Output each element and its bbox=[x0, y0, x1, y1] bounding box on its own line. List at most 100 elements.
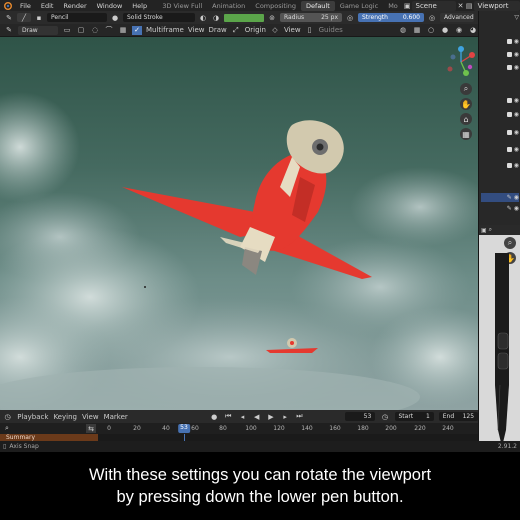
end-frame-field[interactable]: End 125 bbox=[438, 412, 479, 421]
tab-game-logic[interactable]: Game Logic bbox=[335, 1, 383, 11]
outliner-panel: ▽ ◉ ◉ ◉ ◉ ◉ ◉ ◉ ◉ ✎ ◉ ✎ ◉ bbox=[478, 11, 520, 225]
menu-help[interactable]: Help bbox=[127, 2, 152, 10]
viewport-3d[interactable]: ⌕ ✋ ⌂ ▦ bbox=[0, 37, 478, 410]
outliner-row[interactable]: ◉ bbox=[481, 145, 519, 154]
editor-type-icon[interactable]: ✎ bbox=[4, 26, 14, 35]
playback-menu[interactable]: Playback bbox=[17, 413, 48, 421]
strength-field[interactable]: Strength 0.600 bbox=[358, 13, 424, 22]
tab-default[interactable]: Default bbox=[301, 0, 335, 11]
eyedropper-icon[interactable]: ⊚ bbox=[267, 13, 277, 22]
outliner-row-selected[interactable]: ✎ ◉ bbox=[481, 193, 519, 202]
blender-logo-icon[interactable] bbox=[3, 1, 12, 10]
multiframe-checkbox[interactable]: ✓ bbox=[132, 25, 142, 35]
radius-field[interactable]: Radius 25 px bbox=[280, 13, 342, 22]
curve-icon[interactable]: ⌒ bbox=[104, 26, 114, 35]
outliner-row[interactable]: ◉ bbox=[481, 161, 519, 170]
panel-type-icon[interactable]: ▣ bbox=[481, 227, 487, 234]
next-key-icon[interactable]: ▸ bbox=[281, 412, 290, 421]
grid-view-icon[interactable]: ▦ bbox=[460, 128, 472, 140]
lasso-icon[interactable]: ◌ bbox=[90, 26, 100, 35]
preview-range-icon[interactable]: ◷ bbox=[380, 412, 389, 421]
menu-file[interactable]: File bbox=[15, 2, 36, 10]
menu-render[interactable]: Render bbox=[58, 2, 91, 10]
outliner-filter-icon[interactable]: ▽ bbox=[481, 13, 519, 22]
search-icon[interactable]: ⌕ bbox=[2, 424, 12, 433]
brush-icon[interactable]: ╱ bbox=[17, 13, 31, 22]
clock-icon[interactable]: ◷ bbox=[3, 412, 12, 421]
current-frame-field[interactable]: 53 bbox=[345, 412, 376, 421]
shading-render-icon[interactable]: ◕ bbox=[468, 26, 478, 35]
navigation-gizmo[interactable] bbox=[444, 45, 478, 79]
transform-icon[interactable]: ⤢ bbox=[231, 26, 241, 35]
record-icon[interactable]: ● bbox=[210, 412, 219, 421]
keying-menu[interactable]: Keying bbox=[53, 413, 77, 421]
start-frame-field[interactable]: Start 1 bbox=[394, 412, 434, 421]
menu-edit[interactable]: Edit bbox=[36, 2, 59, 10]
hand-pan-icon[interactable]: ✋ bbox=[460, 98, 472, 110]
shading-solid-icon[interactable]: ● bbox=[440, 26, 450, 35]
outliner-row[interactable]: ◉ bbox=[481, 50, 519, 59]
radius-value: 25 px bbox=[321, 14, 338, 21]
pressure-icon-2[interactable]: ◎ bbox=[427, 13, 437, 22]
menu-window[interactable]: Window bbox=[92, 2, 128, 10]
jump-start-icon[interactable]: ⏮ bbox=[224, 412, 233, 421]
zoom-icon[interactable]: ⌕ bbox=[460, 83, 472, 95]
view-menu[interactable]: View bbox=[188, 26, 205, 34]
camera-icon[interactable]: ⌂ bbox=[460, 113, 472, 125]
draw-menu[interactable]: Draw bbox=[209, 26, 227, 34]
outliner-row[interactable]: ◉ bbox=[481, 128, 519, 137]
brush-field[interactable]: Pencil bbox=[47, 13, 107, 22]
prev-key-icon[interactable]: ◂ bbox=[238, 412, 247, 421]
mode-dropdown[interactable]: Draw bbox=[18, 25, 58, 35]
swap-icon[interactable]: ⇆ bbox=[86, 424, 96, 433]
view-dropdown[interactable]: View bbox=[284, 26, 301, 34]
tab-animation[interactable]: Animation bbox=[207, 1, 250, 11]
placement-icon[interactable]: ◇ bbox=[270, 26, 280, 35]
scene-selector[interactable]: Scene bbox=[411, 0, 457, 11]
view-menu-timeline[interactable]: View bbox=[82, 413, 99, 421]
xray-icon[interactable]: ▦ bbox=[412, 26, 422, 35]
status-bar: ▯ Axis Snap 2.91.2 bbox=[0, 441, 520, 452]
outliner-row[interactable]: ◉ bbox=[481, 63, 519, 72]
viewport-header: ✎ Draw ▭ ▢ ◌ ⌒ ▦ ✓ Multiframe View Draw … bbox=[0, 24, 478, 37]
guides-label[interactable]: Guides bbox=[319, 26, 343, 34]
tab-3d-view-full[interactable]: 3D View Full bbox=[157, 1, 207, 11]
select-icon[interactable]: ▭ bbox=[62, 26, 72, 35]
stroke-field[interactable]: Solid Stroke bbox=[123, 13, 195, 22]
close-icon[interactable]: ✕ bbox=[456, 1, 465, 10]
outliner-row[interactable]: ◉ bbox=[481, 110, 519, 119]
viewlayer-selector[interactable]: Viewport bbox=[473, 0, 520, 11]
tab-compositing[interactable]: Compositing bbox=[250, 1, 301, 11]
box-select-icon[interactable]: ▢ bbox=[76, 26, 86, 35]
search-icon[interactable]: ⌕ bbox=[489, 226, 492, 234]
play-reverse-icon[interactable]: ◀ bbox=[252, 412, 261, 421]
shading-wire-icon[interactable]: ○ bbox=[426, 26, 436, 35]
status-left-text: Axis Snap bbox=[9, 443, 39, 450]
jump-end-icon[interactable]: ⏭ bbox=[295, 412, 304, 421]
multiframe-label[interactable]: Multiframe bbox=[146, 26, 184, 34]
tab-mo[interactable]: Mo bbox=[383, 1, 403, 11]
guides-icon[interactable]: ▯ bbox=[305, 26, 315, 35]
overlay-icon[interactable]: ◍ bbox=[398, 26, 408, 35]
playhead[interactable]: 53 bbox=[178, 424, 190, 433]
tick: 0 bbox=[107, 425, 111, 432]
vertex-color-icon[interactable]: ◑ bbox=[211, 13, 221, 22]
play-icon[interactable]: ▶ bbox=[266, 412, 275, 421]
origin-dropdown[interactable]: Origin bbox=[245, 26, 266, 34]
pen-tool-icon[interactable]: ✎ bbox=[4, 13, 14, 22]
color-swatch[interactable] bbox=[224, 13, 264, 22]
outliner-row[interactable]: ◉ bbox=[481, 96, 519, 105]
color-mode-icon[interactable]: ◐ bbox=[198, 13, 208, 22]
grid-icon[interactable]: ▦ bbox=[118, 26, 128, 35]
timeline-ruler[interactable]: ⌕ ⇆ 0 20 40 53 60 80 100 120 140 160 180… bbox=[0, 423, 478, 434]
advanced-dropdown[interactable]: Advanced bbox=[440, 13, 474, 22]
shading-material-icon[interactable]: ◉ bbox=[454, 26, 464, 35]
tick: 80 bbox=[219, 425, 227, 432]
outliner-row[interactable]: ✎ ◉ bbox=[481, 204, 519, 213]
outliner-row[interactable]: ◉ bbox=[481, 37, 519, 46]
tick: 180 bbox=[357, 425, 369, 432]
pressure-icon[interactable]: ◎ bbox=[345, 13, 355, 22]
start-value: 1 bbox=[425, 413, 430, 420]
marker-menu[interactable]: Marker bbox=[104, 413, 128, 421]
version-label: 2.91.2 bbox=[497, 443, 517, 450]
